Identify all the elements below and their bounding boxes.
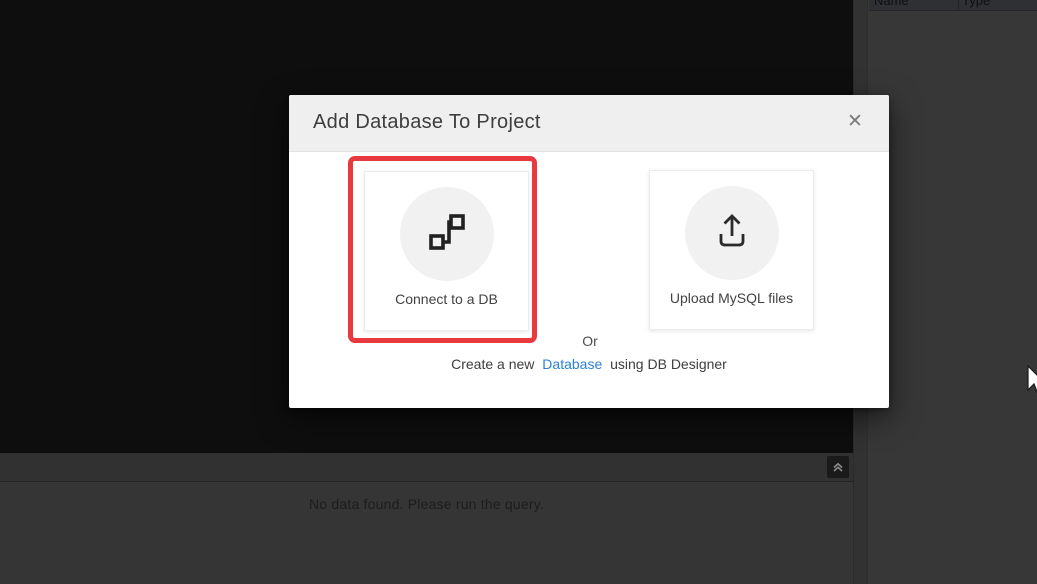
sidebar-table-header: Name Type xyxy=(869,0,1037,11)
modal-title: Add Database To Project xyxy=(313,111,541,133)
app-window: No data found. Please run the query. Nam… xyxy=(0,0,1037,584)
column-divider xyxy=(958,0,959,10)
upload-mysql-card[interactable]: Upload MySQL files xyxy=(649,170,814,330)
database-link[interactable]: Database xyxy=(542,356,602,372)
icon-circle xyxy=(684,186,779,280)
icon-circle xyxy=(399,187,494,281)
upload-mysql-label: Upload MySQL files xyxy=(669,290,794,306)
column-header-type[interactable]: Type xyxy=(962,0,990,8)
connect-to-db-card[interactable]: Connect to a DB xyxy=(364,171,529,331)
modal-header: Add Database To Project ✕ xyxy=(289,95,889,152)
modal-body: Connect to a DB Upload MySQL files Or Cr… xyxy=(289,152,889,408)
results-panel: No data found. Please run the query. xyxy=(0,483,853,584)
or-separator: Or xyxy=(582,333,598,349)
db-connect-icon xyxy=(424,209,470,260)
no-data-message: No data found. Please run the query. xyxy=(309,496,544,512)
footer-suffix: using DB Designer xyxy=(610,356,727,372)
results-toolbar xyxy=(0,453,853,482)
column-header-name[interactable]: Name xyxy=(874,0,909,8)
double-chevron-up-icon xyxy=(831,460,845,474)
create-database-line: Create a new Database using DB Designer xyxy=(289,356,889,372)
footer-prefix: Create a new xyxy=(451,356,535,372)
close-icon[interactable]: ✕ xyxy=(843,109,867,133)
collapse-panel-button[interactable] xyxy=(827,456,849,478)
add-database-modal: Add Database To Project ✕ Connect to a D… xyxy=(289,95,889,408)
connect-to-db-label: Connect to a DB xyxy=(395,291,498,307)
upload-icon xyxy=(709,208,755,259)
